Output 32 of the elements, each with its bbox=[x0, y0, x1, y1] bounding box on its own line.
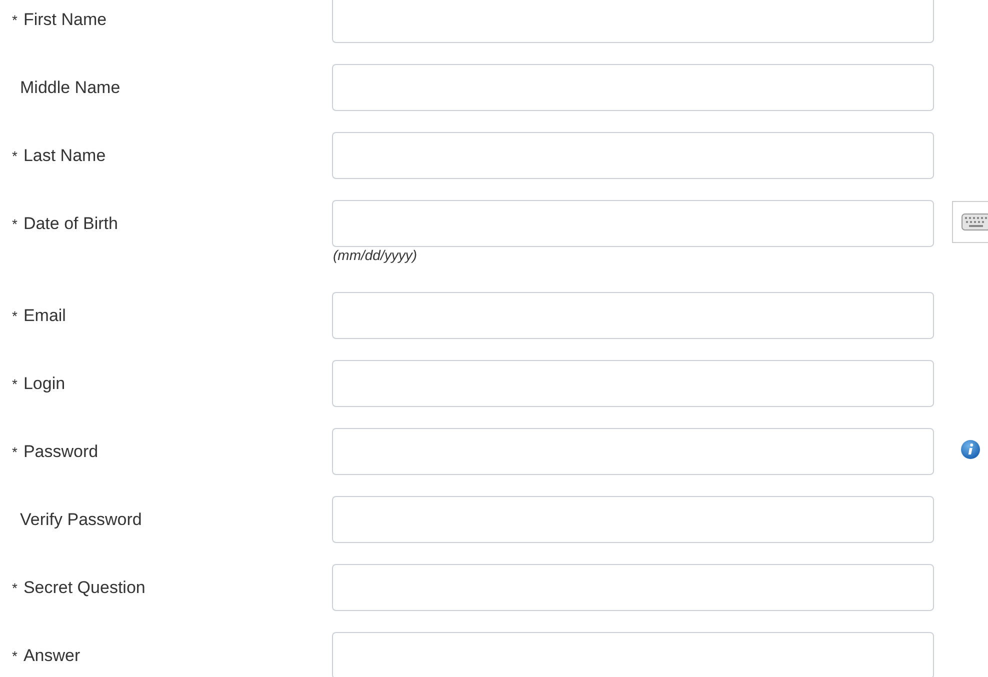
input-field[interactable] bbox=[332, 64, 934, 111]
required-mark: * bbox=[12, 376, 18, 392]
field-label: Login bbox=[23, 374, 66, 394]
required-mark: * bbox=[12, 148, 18, 164]
input-field[interactable] bbox=[332, 564, 934, 611]
input-field[interactable] bbox=[332, 632, 934, 677]
input-field[interactable] bbox=[332, 200, 934, 247]
required-mark: * bbox=[12, 12, 18, 28]
keyboard-icon bbox=[961, 213, 988, 231]
field-label: Last Name bbox=[23, 146, 106, 166]
field-label: Verify Password bbox=[20, 510, 142, 530]
input-field[interactable] bbox=[332, 496, 934, 543]
input-field[interactable] bbox=[332, 292, 934, 339]
info-icon[interactable] bbox=[961, 440, 980, 459]
field-label: Middle Name bbox=[20, 78, 120, 98]
field-label: Answer bbox=[23, 646, 80, 666]
field-label: Email bbox=[23, 306, 66, 326]
required-mark: * bbox=[12, 308, 18, 324]
input-field[interactable] bbox=[332, 360, 934, 407]
input-field[interactable] bbox=[332, 0, 934, 43]
required-mark: * bbox=[12, 648, 18, 664]
input-field[interactable] bbox=[332, 428, 934, 475]
format-hint: (mm/dd/yyyy) bbox=[332, 247, 418, 265]
field-label: Secret Question bbox=[23, 578, 146, 598]
keyboard-button[interactable] bbox=[952, 201, 988, 243]
input-field[interactable] bbox=[332, 132, 934, 179]
required-mark: * bbox=[12, 444, 18, 460]
field-label: Date of Birth bbox=[23, 214, 118, 234]
field-label: Password bbox=[23, 442, 98, 462]
required-mark: * bbox=[12, 216, 18, 232]
field-label: First Name bbox=[23, 10, 107, 30]
required-mark: * bbox=[12, 580, 18, 596]
